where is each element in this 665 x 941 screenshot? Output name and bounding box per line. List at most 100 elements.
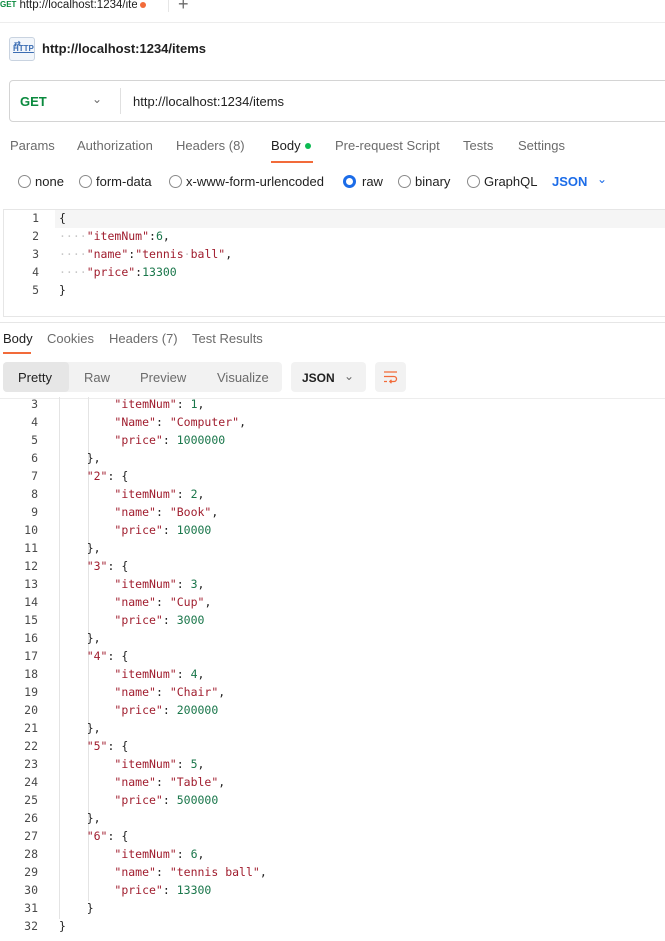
chevron-down-icon[interactable]: ⌄ [597,172,607,186]
line-number: 8 [31,487,38,501]
code-line: ····"price":13300 [59,265,177,279]
line-number: 3 [32,247,39,261]
line-number: 31 [24,901,38,915]
line-number: 4 [31,415,38,429]
line-number: 15 [24,613,38,627]
url-bar [9,80,665,122]
active-tab-indicator [3,352,31,354]
wrap-lines-button[interactable] [375,362,406,392]
code-line: "name": "tennis ball", [114,865,267,879]
code-line: } [59,919,66,933]
response-tab-body[interactable]: Body [3,331,33,346]
tab-authorization[interactable]: Authorization [77,138,153,153]
line-number: 5 [32,283,39,297]
tab-settings[interactable]: Settings [518,138,565,153]
request-title[interactable]: http://localhost:1234/items [42,41,206,56]
line-number: 17 [24,649,38,663]
code-line: "price": 1000000 [114,433,226,447]
view-raw-button[interactable]: Raw [84,370,110,385]
radio-x-www-form-urlencoded[interactable] [169,175,182,188]
line-number: 24 [24,775,38,789]
line-number: 28 [24,847,38,861]
radio-graphql[interactable] [467,175,480,188]
code-line: "price": 13300 [114,883,212,897]
line-number: 1 [32,211,39,225]
divider [120,88,121,114]
response-tab-test-results[interactable]: Test Results [192,331,263,346]
radio-label-none[interactable]: none [35,174,64,189]
code-line: }, [86,631,101,645]
divider [0,322,665,323]
tab-body[interactable]: Body [271,138,301,153]
active-tab-indicator [271,161,313,163]
raw-format-select[interactable]: JSON [552,174,587,189]
body-modified-dot [305,143,311,149]
active-line-highlight [55,210,665,228]
radio-label-form-data[interactable]: form-data [96,174,152,189]
tab-title: http://localhost:1234/ite [19,0,138,11]
line-number: 3 [31,397,38,411]
code-line: "itemNum": 2, [114,487,205,501]
code-line: "name": "Chair", [114,685,226,699]
code-line: "price": 500000 [114,793,219,807]
code-line: "Name": "Computer", [114,415,246,429]
line-number: 27 [24,829,38,843]
code-line: } [86,901,94,915]
tab-pre-request-script[interactable]: Pre-request Script [335,138,440,153]
tab-headers[interactable]: Headers (8) [176,138,245,153]
line-number: 26 [24,811,38,825]
response-tab-cookies[interactable]: Cookies [47,331,94,346]
code-line: "price": 3000 [114,613,205,627]
radio-label-x-www-form-urlencoded[interactable]: x-www-form-urlencoded [186,174,324,189]
radio-form-data[interactable] [79,175,92,188]
code-line: }, [86,451,101,465]
line-number: 30 [24,883,38,897]
url-input[interactable]: http://localhost:1234/items [133,94,284,109]
line-number: 7 [31,469,38,483]
line-number: 29 [24,865,38,879]
code-line: "price": 10000 [114,523,212,537]
unsaved-dot [140,1,147,8]
code-line: "itemNum": 6, [114,847,205,861]
http-icon: ⇄ HTTP [9,37,35,61]
radio-raw[interactable] [343,175,356,188]
code-line: "name": "Table", [114,775,226,789]
new-tab-icon[interactable]: + [178,0,189,15]
code-line: "3": { [86,559,129,573]
code-line: "2": { [86,469,129,483]
view-preview-button[interactable]: Preview [140,370,186,385]
radio-label-raw[interactable]: raw [362,174,383,189]
line-number: 16 [24,631,38,645]
radio-none[interactable] [18,175,31,188]
response-tab-headers[interactable]: Headers (7) [109,331,178,346]
code-line: }, [86,541,101,555]
method-select[interactable]: GET [20,94,47,109]
line-number: 20 [24,703,38,717]
line-number: 11 [24,541,38,555]
wrap-icon [384,371,398,384]
response-format-label: JSON [302,371,335,385]
line-number: 10 [24,523,38,537]
tab-tests[interactable]: Tests [463,138,493,153]
line-number: 12 [24,559,38,573]
chevron-down-icon[interactable]: ⌄ [92,92,102,106]
view-visualize-button[interactable]: Visualize [217,370,269,385]
line-number: 21 [24,721,38,735]
tab-params[interactable]: Params [10,138,55,153]
code-line: ····"itemNum":6, [59,229,170,243]
code-line: "5": { [86,739,129,753]
radio-label-binary[interactable]: binary [415,174,450,189]
line-number: 9 [31,505,38,519]
radio-label-graphql[interactable]: GraphQL [484,174,537,189]
code-line: "itemNum": 3, [114,577,205,591]
divider [0,22,665,23]
line-number: 22 [24,739,38,753]
radio-binary[interactable] [398,175,411,188]
view-pretty-button[interactable]: Pretty [18,370,52,385]
code-line: } [59,283,66,297]
request-tab[interactable]: GET http://localhost:1234/ite [0,0,169,12]
code-line: "price": 200000 [114,703,219,717]
line-number: 6 [31,451,38,465]
line-number: 25 [24,793,38,807]
code-line: { [59,211,66,225]
